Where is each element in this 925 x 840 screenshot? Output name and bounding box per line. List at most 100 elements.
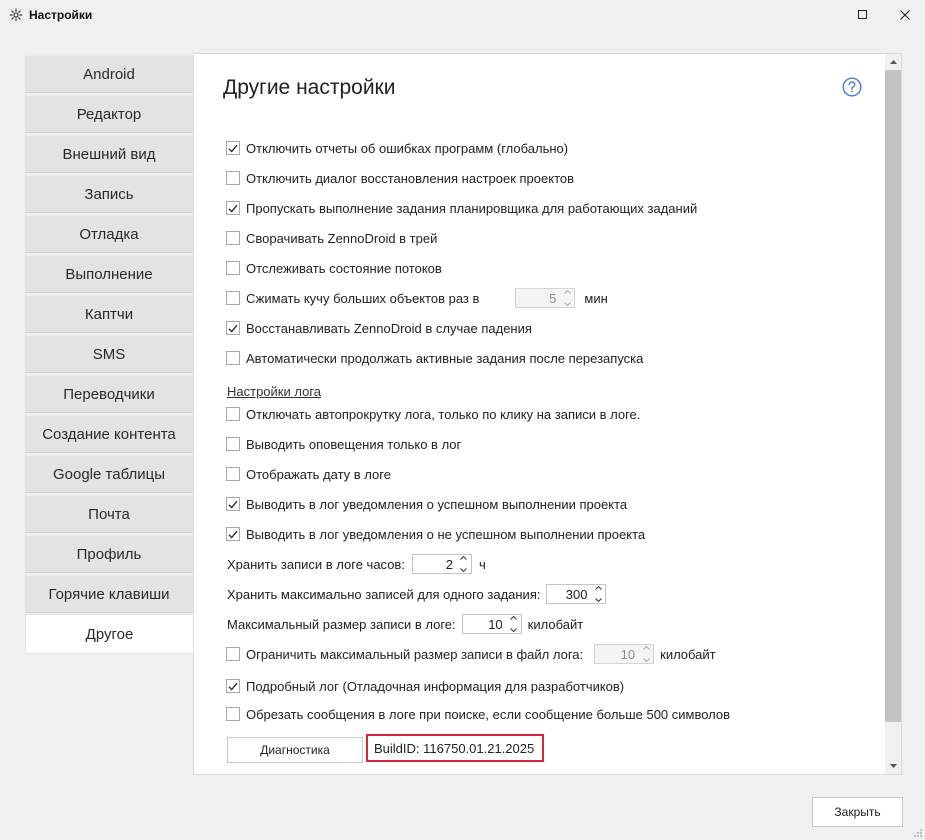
sidebar-item-translators[interactable]: Переводчики <box>25 375 193 413</box>
checkbox-checked[interactable] <box>226 679 240 693</box>
settings-panel: Другие настройки Отключить отчеты об оши… <box>193 53 902 775</box>
settings-sidebar: Android Редактор Внешний вид Запись Отла… <box>25 55 193 656</box>
sidebar-item-other[interactable]: Другое <box>25 614 193 654</box>
scrollbar-thumb[interactable] <box>885 70 901 722</box>
option-log-failure[interactable]: Выводить в лог уведомления о не успешном… <box>226 524 645 544</box>
build-id-text: BuildID: 116750.01.21.2025 <box>374 740 535 756</box>
sidebar-item-captcha[interactable]: Каптчи <box>25 295 193 333</box>
unit-label: килобайт <box>527 616 584 632</box>
diagnostics-button[interactable]: Диагностика <box>227 737 363 763</box>
log-hours-row: Хранить записи в логе часов: 2 ч <box>227 554 486 574</box>
chevron-down-icon <box>642 658 650 662</box>
sidebar-item-hotkeys[interactable]: Горячие клавиши <box>25 575 193 613</box>
checkbox-checked[interactable] <box>226 141 240 155</box>
chevron-down-icon <box>460 568 468 572</box>
checkbox-unchecked[interactable] <box>226 291 240 305</box>
option-minimize-to-tray[interactable]: Сворачивать ZennoDroid в трей <box>226 228 437 248</box>
stepper-arrows[interactable] <box>508 616 520 632</box>
option-limit-log-file-size[interactable]: Ограничить максимальный размер записи в … <box>226 644 716 664</box>
option-label: Сжимать кучу больших объектов раз в <box>246 290 480 306</box>
stepper-arrows[interactable] <box>458 556 470 572</box>
resize-grip-icon[interactable] <box>911 826 923 838</box>
log-max-records-stepper[interactable]: 300 <box>546 584 607 604</box>
checkbox-unchecked[interactable] <box>226 171 240 185</box>
gear-icon <box>9 8 23 22</box>
sidebar-item-label: Создание контента <box>42 425 176 443</box>
checkbox-unchecked[interactable] <box>226 467 240 481</box>
stepper-arrows[interactable] <box>592 586 604 602</box>
checkbox-unchecked[interactable] <box>226 707 240 721</box>
checkbox-unchecked[interactable] <box>226 231 240 245</box>
sidebar-item-label: Каптчи <box>84 305 134 323</box>
chevron-up-icon <box>510 616 518 620</box>
sidebar-item-label: Горячие клавиши <box>48 585 170 603</box>
stepper-arrows[interactable] <box>561 290 573 306</box>
option-show-date[interactable]: Отображать дату в логе <box>226 464 391 484</box>
checkbox-checked[interactable] <box>226 201 240 215</box>
option-auto-resume-tasks[interactable]: Автоматически продолжать активные задани… <box>226 348 643 368</box>
option-restore-on-crash[interactable]: Восстанавливать ZennoDroid в случае паде… <box>226 318 532 338</box>
sidebar-item-appearance[interactable]: Внешний вид <box>25 135 193 173</box>
heap-interval-stepper[interactable]: 5 <box>515 288 576 308</box>
option-skip-scheduler-tasks[interactable]: Пропускать выполнение задания планировщи… <box>226 198 697 218</box>
sidebar-item-label: Отладка <box>79 225 139 243</box>
close-window-button[interactable] <box>885 0 925 30</box>
scroll-down-button[interactable] <box>885 758 901 774</box>
stepper-value: 10 <box>620 646 636 662</box>
sidebar-item-label: Внешний вид <box>62 145 156 163</box>
vertical-scrollbar[interactable] <box>885 54 901 774</box>
option-label: Автоматически продолжать активные задани… <box>246 350 644 366</box>
checkbox-unchecked[interactable] <box>226 351 240 365</box>
unit-label: ч <box>478 556 486 572</box>
log-hours-stepper[interactable]: 2 <box>411 554 472 574</box>
check-icon <box>228 144 238 152</box>
field-label: Максимальный размер записи в логе: <box>227 616 456 632</box>
maximize-button[interactable] <box>843 0 883 30</box>
option-trim-search-messages[interactable]: Обрезать сообщения в логе при поиске, ес… <box>226 704 730 724</box>
checkbox-unchecked[interactable] <box>226 261 240 275</box>
log-file-size-stepper[interactable]: 10 <box>594 644 655 664</box>
sidebar-item-google-sheets[interactable]: Google таблицы <box>25 455 193 493</box>
sidebar-item-android[interactable]: Android <box>25 55 193 93</box>
question-circle-icon[interactable] <box>842 77 862 97</box>
sidebar-item-mail[interactable]: Почта <box>25 495 193 533</box>
option-track-threads[interactable]: Отслеживать состояние потоков <box>226 258 442 278</box>
close-button[interactable]: Закрыть <box>812 797 903 827</box>
option-label: Отключать автопрокрутку лога, только по … <box>246 406 641 422</box>
log-max-size-stepper[interactable]: 10 <box>461 614 522 634</box>
option-label: Обрезать сообщения в логе при поиске, ес… <box>246 706 731 722</box>
sidebar-item-editor[interactable]: Редактор <box>25 95 193 133</box>
log-max-records-row: Хранить максимально записей для одного з… <box>227 584 607 604</box>
checkbox-unchecked[interactable] <box>226 407 240 421</box>
page-title: Другие настройки <box>223 76 396 99</box>
option-disable-autoscroll[interactable]: Отключать автопрокрутку лога, только по … <box>226 404 640 424</box>
option-notifications-log-only[interactable]: Выводить оповещения только в лог <box>226 434 461 454</box>
checkbox-unchecked[interactable] <box>226 437 240 451</box>
sidebar-item-profile[interactable]: Профиль <box>25 535 193 573</box>
check-icon <box>228 204 238 212</box>
triangle-up-icon <box>889 60 897 64</box>
scroll-up-button[interactable] <box>885 54 901 70</box>
stepper-value: 300 <box>565 586 588 602</box>
sidebar-item-sms[interactable]: SMS <box>25 335 193 373</box>
checkbox-checked[interactable] <box>226 321 240 335</box>
stepper-arrows[interactable] <box>640 646 652 662</box>
sidebar-item-recording[interactable]: Запись <box>25 175 193 213</box>
option-label: Сворачивать ZennoDroid в трей <box>246 230 438 246</box>
sidebar-item-execution[interactable]: Выполнение <box>25 255 193 293</box>
sidebar-item-content-creation[interactable]: Создание контента <box>25 415 193 453</box>
option-disable-restore-dialog[interactable]: Отключить диалог восстановления настроек… <box>226 168 574 188</box>
sidebar-item-debugging[interactable]: Отладка <box>25 215 193 253</box>
option-disable-error-reports[interactable]: Отключить отчеты об ошибках программ (гл… <box>226 138 568 158</box>
checkbox-unchecked[interactable] <box>226 647 240 661</box>
triangle-down-icon <box>889 764 897 768</box>
option-log-success[interactable]: Выводить в лог уведомления о успешном вы… <box>226 494 627 514</box>
option-label: Подробный лог (Отладочная информация для… <box>246 678 625 694</box>
option-verbose-log[interactable]: Подробный лог (Отладочная информация для… <box>226 676 624 696</box>
option-label: Выводить в лог уведомления о не успешном… <box>246 526 646 542</box>
checkbox-checked[interactable] <box>226 527 240 541</box>
option-label: Отключить диалог восстановления настроек… <box>246 170 575 186</box>
checkbox-checked[interactable] <box>226 497 240 511</box>
option-compact-heap[interactable]: Сжимать кучу больших объектов раз в 5 ми… <box>226 288 608 308</box>
check-icon <box>228 530 238 538</box>
